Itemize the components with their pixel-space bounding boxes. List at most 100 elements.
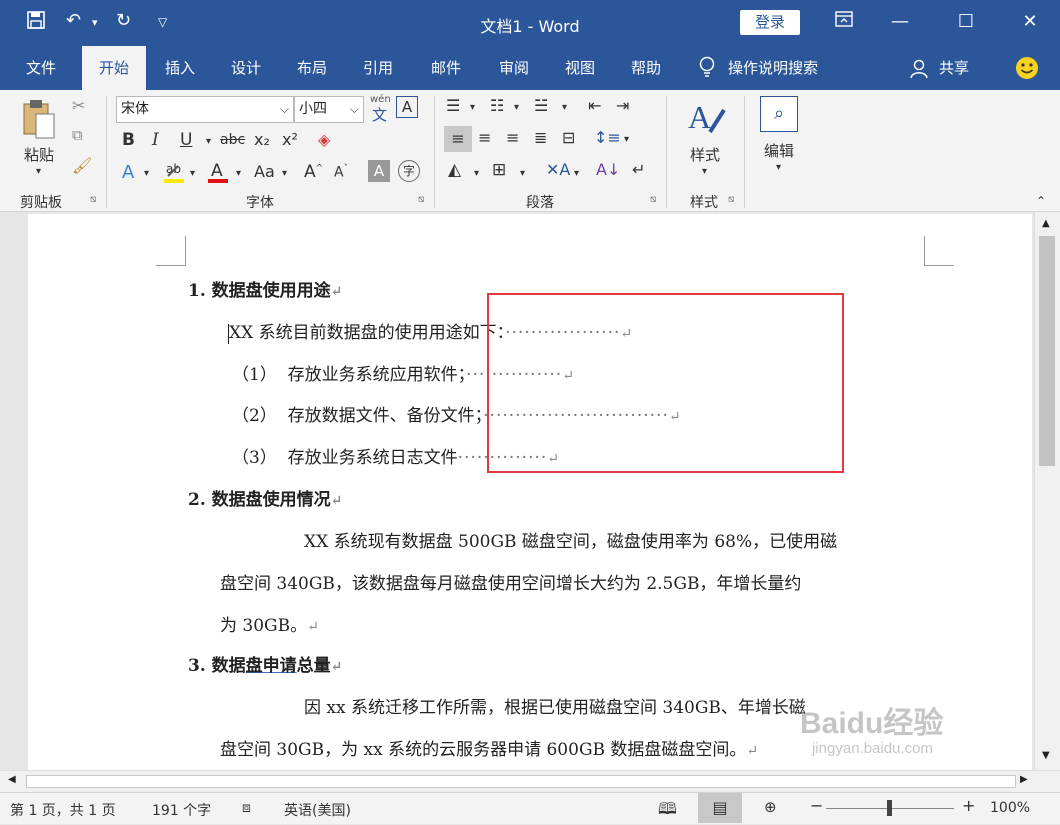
body-line[interactable]: XX 系统现有数据盘 500GB 磁盘空间，磁盘使用率为 68%，已使用磁 bbox=[304, 527, 837, 552]
borders-dropdown-icon[interactable]: ▾ bbox=[520, 168, 525, 179]
change-case-dropdown-icon[interactable]: ▾ bbox=[282, 168, 287, 179]
numbering-icon[interactable]: ☷ bbox=[490, 96, 504, 115]
font-size-combo[interactable]: 小四 ⌵ bbox=[294, 96, 364, 123]
scroll-right-icon[interactable]: ▶ bbox=[1020, 774, 1028, 785]
copy-icon[interactable]: ⧉ bbox=[72, 126, 83, 144]
text-effects-icon[interactable]: A bbox=[122, 162, 134, 183]
character-shading-icon[interactable]: A bbox=[368, 160, 390, 182]
decrease-indent-icon[interactable]: ⇤ bbox=[588, 96, 601, 115]
underline-button[interactable]: U bbox=[180, 130, 192, 150]
align-right-icon[interactable]: ≡ bbox=[506, 128, 519, 147]
scroll-down-icon[interactable]: ▼ bbox=[1042, 750, 1050, 761]
search-icon[interactable]: ⌕ bbox=[760, 96, 798, 132]
zoom-out-icon[interactable]: − bbox=[810, 796, 823, 815]
sort-icon[interactable]: A↓ bbox=[596, 160, 620, 179]
line-spacing-dropdown-icon[interactable]: ▾ bbox=[624, 134, 629, 145]
tab-help[interactable]: 帮助 bbox=[618, 46, 674, 90]
bullets-dropdown-icon[interactable]: ▾ bbox=[470, 102, 475, 113]
minimize-icon[interactable]: — bbox=[880, 8, 920, 36]
distributed-icon[interactable]: ⊟ bbox=[562, 128, 575, 147]
ribbon-display-options-icon[interactable] bbox=[824, 8, 864, 36]
styles-button[interactable]: 样式 bbox=[690, 144, 720, 165]
proofing-icon[interactable]: ⧈ bbox=[242, 800, 251, 816]
paragraph-launcher-icon[interactable]: ⧅ bbox=[650, 194, 656, 205]
share-button[interactable]: 共享 bbox=[934, 46, 974, 90]
clear-formatting-icon[interactable]: ◈ bbox=[318, 130, 330, 149]
align-center-icon[interactable]: ≡ bbox=[478, 128, 491, 147]
tell-me-search[interactable]: 操作说明搜索 bbox=[728, 46, 838, 90]
smiley-feedback-icon[interactable] bbox=[1015, 56, 1039, 84]
shrink-font-icon[interactable]: Aˇ bbox=[334, 164, 348, 181]
chinese-layout-icon[interactable]: ✕A bbox=[546, 160, 570, 179]
numbering-dropdown-icon[interactable]: ▾ bbox=[514, 102, 519, 113]
zoom-in-icon[interactable]: + bbox=[962, 796, 975, 815]
bold-button[interactable]: B bbox=[122, 130, 135, 150]
horizontal-scrollbar[interactable]: ◀ ▶ bbox=[0, 770, 1060, 792]
body-line[interactable]: 因 xx 系统迁移工作所需，根据已使用磁盘空间 340GB、年增长磁 bbox=[304, 693, 806, 718]
grow-font-icon[interactable]: A^ bbox=[304, 162, 323, 182]
maximize-icon[interactable]: ☐ bbox=[946, 8, 986, 36]
styles-launcher-icon[interactable]: ⧅ bbox=[728, 194, 734, 205]
bullets-icon[interactable]: ☰ bbox=[446, 96, 460, 115]
word-count[interactable]: 191 个字 bbox=[152, 800, 211, 820]
font-color-dropdown-icon[interactable]: ▾ bbox=[236, 168, 241, 179]
close-icon[interactable]: ✕ bbox=[1010, 8, 1050, 36]
character-border-icon[interactable]: A bbox=[396, 96, 418, 118]
multilevel-dropdown-icon[interactable]: ▾ bbox=[562, 102, 567, 113]
show-hide-marks-icon[interactable]: ↵ bbox=[632, 160, 645, 179]
heading-1[interactable]: 1. 数据盘使用用途↵ bbox=[188, 276, 342, 301]
borders-icon[interactable]: ⊞ bbox=[492, 160, 506, 180]
styles-icon[interactable]: A bbox=[686, 98, 728, 142]
editing-button[interactable]: 编辑 bbox=[764, 140, 794, 161]
superscript-button[interactable]: x² bbox=[282, 130, 298, 149]
increase-indent-icon[interactable]: ⇥ bbox=[616, 96, 629, 115]
paste-dropdown-icon[interactable]: ▾ bbox=[36, 166, 41, 177]
body-line[interactable]: 为 30GB。↵ bbox=[220, 611, 319, 636]
underline-dropdown-icon[interactable]: ▾ bbox=[206, 136, 211, 147]
scroll-up-icon[interactable]: ▲ bbox=[1042, 218, 1050, 229]
tab-insert[interactable]: 插入 bbox=[152, 46, 208, 90]
language[interactable]: 英语(美国) bbox=[284, 800, 351, 820]
tab-layout[interactable]: 布局 bbox=[284, 46, 340, 90]
login-button[interactable]: 登录 bbox=[740, 10, 800, 35]
tab-view[interactable]: 视图 bbox=[552, 46, 608, 90]
shading-icon[interactable]: ◭ bbox=[448, 160, 461, 180]
tab-mailings[interactable]: 邮件 bbox=[418, 46, 474, 90]
format-painter-icon[interactable]: 🖌 bbox=[72, 156, 92, 175]
page-count[interactable]: 第 1 页，共 1 页 bbox=[10, 800, 116, 820]
heading-3[interactable]: 3. 数据盘申请总量↵ bbox=[188, 651, 342, 676]
enclose-characters-icon[interactable]: 字 bbox=[398, 160, 420, 182]
cut-icon[interactable]: ✂ bbox=[72, 96, 85, 115]
highlight-dropdown-icon[interactable]: ▾ bbox=[190, 168, 195, 179]
line-spacing-icon[interactable]: ↕≡ bbox=[594, 128, 621, 147]
zoom-level[interactable]: 100% bbox=[990, 800, 1030, 816]
chinese-layout-dropdown-icon[interactable]: ▾ bbox=[574, 168, 579, 179]
clipboard-launcher-icon[interactable]: ⧅ bbox=[90, 194, 96, 205]
styles-dropdown-icon[interactable]: ▾ bbox=[702, 166, 707, 177]
strikethrough-button[interactable]: abc bbox=[220, 132, 245, 148]
zoom-slider-thumb[interactable] bbox=[887, 800, 892, 816]
paste-label[interactable]: 粘贴 bbox=[24, 144, 54, 165]
text-effects-dropdown-icon[interactable]: ▾ bbox=[144, 168, 149, 179]
editing-dropdown-icon[interactable]: ▾ bbox=[776, 162, 781, 173]
paste-icon[interactable] bbox=[22, 98, 58, 144]
font-color-icon[interactable]: A bbox=[206, 160, 230, 188]
print-layout-icon[interactable]: ▤ bbox=[698, 793, 742, 823]
justify-icon[interactable]: ≣ bbox=[534, 128, 547, 147]
change-case-button[interactable]: Aa bbox=[254, 162, 275, 181]
shading-dropdown-icon[interactable]: ▾ bbox=[474, 168, 479, 179]
italic-button[interactable]: I bbox=[152, 130, 159, 150]
multilevel-list-icon[interactable]: ☱ bbox=[534, 96, 548, 115]
vertical-scrollbar[interactable]: ▲ ▼ bbox=[1034, 212, 1060, 770]
scroll-thumb[interactable] bbox=[1039, 236, 1055, 466]
horizontal-scroll-thumb[interactable] bbox=[26, 775, 1016, 788]
align-left-icon[interactable]: ≡ bbox=[444, 126, 472, 152]
phonetic-guide-icon[interactable]: 文 bbox=[372, 104, 387, 125]
web-layout-icon[interactable]: ⊕ bbox=[764, 798, 777, 816]
body-line[interactable]: 盘空间 30GB，为 xx 系统的云服务器申请 600GB 数据盘磁盘空间。↵ bbox=[220, 735, 758, 760]
font-launcher-icon[interactable]: ⧅ bbox=[418, 194, 424, 205]
tab-file[interactable]: 文件 bbox=[14, 46, 68, 90]
collapse-ribbon-icon[interactable]: ⌃ bbox=[1036, 194, 1046, 208]
tab-home[interactable]: 开始 bbox=[82, 46, 146, 90]
tab-review[interactable]: 审阅 bbox=[486, 46, 542, 90]
